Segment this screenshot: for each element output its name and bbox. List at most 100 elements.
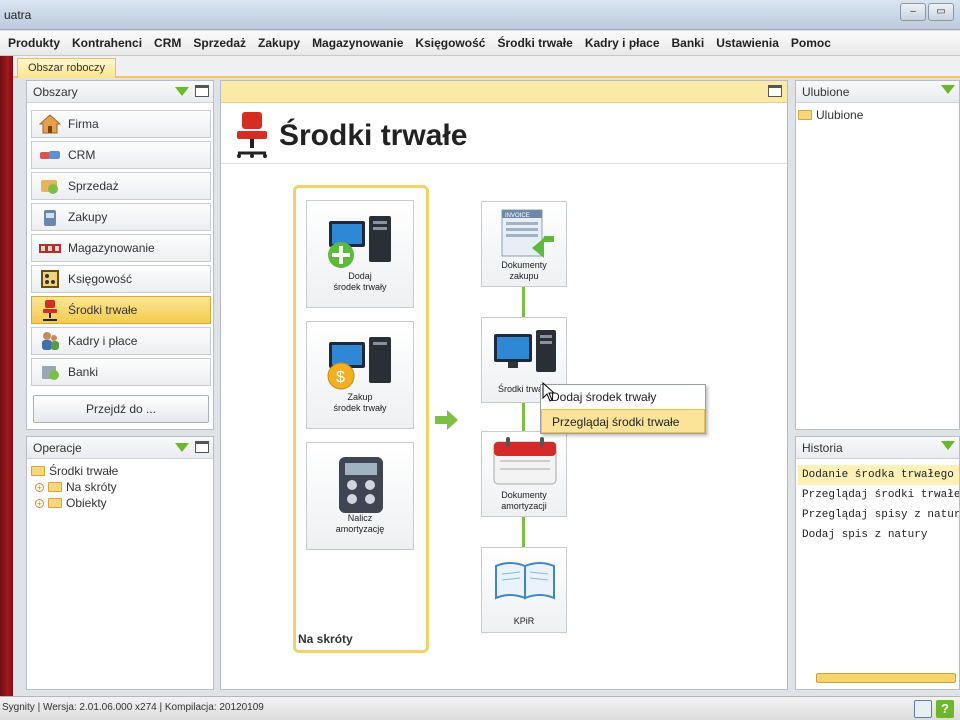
history-item[interactable]: Przeglądaj spisy z natury <box>798 505 959 525</box>
flow-connector <box>522 517 525 547</box>
favorites-panel-header: Ulubione <box>796 81 959 103</box>
main-panel-header <box>221 81 787 103</box>
flow-connector <box>522 287 525 317</box>
context-menu: Dodaj środek trwały Przeglądaj środki tr… <box>540 384 706 434</box>
area-item-label: Banki <box>68 365 99 379</box>
tree-item-srodki-trwale[interactable]: Środki trwałe <box>31 463 118 479</box>
folder-icon <box>31 466 45 476</box>
menu-produkty[interactable]: Produkty <box>2 36 66 50</box>
favorites-tree: Ulubione <box>798 107 863 123</box>
tab-workspace[interactable]: Obszar roboczy <box>17 58 117 78</box>
brand-sidebar-strip <box>0 56 13 696</box>
calculator-icon <box>337 455 385 518</box>
folder-icon <box>48 482 62 492</box>
collapse-icon[interactable] <box>941 85 955 94</box>
handshake-icon <box>38 144 62 166</box>
menu-magazynowanie[interactable]: Magazynowanie <box>306 36 409 50</box>
goto-button[interactable]: Przejdź do ... <box>33 395 209 423</box>
area-item-sprzedaz[interactable]: Sprzedaż <box>31 172 211 200</box>
title-bar: uatra – ▭ <box>0 0 960 30</box>
menu-sprzedaz[interactable]: Sprzedaż <box>187 36 252 50</box>
area-item-firma[interactable]: Firma <box>31 110 211 138</box>
calendar-icon <box>492 436 558 491</box>
operations-panel-header: Operacje <box>27 437 213 459</box>
maximize-panel-icon[interactable] <box>195 85 209 97</box>
areas-panel-header: Obszary <box>27 81 213 103</box>
history-item[interactable]: Dodaj spis z natury <box>798 525 959 545</box>
collapse-icon[interactable] <box>175 442 189 452</box>
history-item[interactable]: Przeglądaj środki trwałe <box>798 485 959 505</box>
tile-label: Dodaj środek trwały <box>333 271 387 292</box>
menu-ustawienia[interactable]: Ustawienia <box>710 36 785 50</box>
mouse-cursor-icon <box>542 381 556 405</box>
area-item-label: Firma <box>68 117 99 131</box>
page-title: Środki trwałe <box>279 119 468 152</box>
tile-purchase-fixed-asset[interactable]: $ Zakup środek trwały <box>306 321 414 429</box>
history-list: Dodanie środka trwałego Przeglądaj środk… <box>798 465 959 545</box>
area-item-zakupy[interactable]: Zakupy <box>31 203 211 231</box>
flow-tile-purchase-documents[interactable]: INVOICE Dokumenty zakupu <box>481 201 567 287</box>
tile-calculate-depreciation[interactable]: Nalicz amortyzację <box>306 442 414 550</box>
window-layout-icon[interactable] <box>914 700 932 718</box>
tree-item-na-skroty[interactable]: + Na skróty <box>31 479 118 495</box>
favorites-panel: Ulubione Ulubione <box>795 80 960 430</box>
house-icon <box>38 113 62 135</box>
menu-ksiegowosc[interactable]: Księgowość <box>409 36 491 50</box>
area-item-label: Sprzedaż <box>68 179 119 193</box>
area-item-label: Środki trwałe <box>68 303 138 317</box>
menu-srodki-trwale[interactable]: Środki trwałe <box>491 36 578 50</box>
svg-text:$: $ <box>336 369 345 386</box>
expand-icon[interactable]: + <box>35 498 44 508</box>
menu-crm[interactable]: CRM <box>148 36 187 50</box>
tile-add-fixed-asset[interactable]: Dodaj środek trwały <box>306 200 414 308</box>
area-item-srodki-trwale[interactable]: Środki trwałe <box>31 296 211 324</box>
menu-pomoc[interactable]: Pomoc <box>785 36 837 50</box>
sale-icon <box>38 175 62 197</box>
tile-label: KPiR <box>513 616 535 626</box>
history-item[interactable]: Dodanie środka trwałego <box>798 465 959 485</box>
area-item-crm[interactable]: CRM <box>31 141 211 169</box>
context-menu-add-fixed-asset[interactable]: Dodaj środek trwały <box>541 385 705 409</box>
maximize-panel-icon[interactable] <box>195 441 209 453</box>
expand-icon[interactable]: + <box>35 482 44 492</box>
warehouse-icon <box>38 237 62 259</box>
help-icon[interactable]: ? <box>936 700 954 718</box>
menu-bar: Produkty Kontrahenci CRM Sprzedaż Zakupy… <box>0 31 960 56</box>
area-item-label: Kadry i płace <box>68 334 138 348</box>
history-panel-header: Historia <box>796 437 959 459</box>
area-item-label: Księgowość <box>68 272 133 286</box>
area-item-kadry-place[interactable]: Kadry i płace <box>31 327 211 355</box>
tile-label: Dokumenty amortyzacji <box>501 490 547 511</box>
invoice-icon: INVOICE <box>500 208 556 263</box>
tree-item-favorites[interactable]: Ulubione <box>798 107 863 123</box>
menu-kadry-place[interactable]: Kadry i płace <box>579 36 666 50</box>
maximize-panel-icon[interactable] <box>768 85 782 97</box>
maximize-button[interactable]: ▭ <box>928 3 954 21</box>
section-icon-office-chair-icon <box>233 111 271 162</box>
tree-item-label: Obiekty <box>66 496 107 510</box>
panel-controls <box>175 441 209 453</box>
area-item-magazynowanie[interactable]: Magazynowanie <box>31 234 211 262</box>
area-item-ksiegowosc[interactable]: Księgowość <box>31 265 211 293</box>
collapse-icon[interactable] <box>941 441 955 450</box>
menu-zakupy[interactable]: Zakupy <box>252 36 306 50</box>
panel-controls <box>941 441 955 450</box>
collapse-icon[interactable] <box>175 86 189 96</box>
computer-icon <box>492 330 558 377</box>
menu-banki[interactable]: Banki <box>666 36 711 50</box>
operations-panel: Operacje Środki trwałe + Na skróty + Obiek… <box>26 436 214 690</box>
tree-item-obiekty[interactable]: + Obiekty <box>31 495 118 511</box>
tile-label: Dokumenty zakupu <box>501 260 547 281</box>
context-menu-browse-fixed-assets[interactable]: Przeglądaj środki trwałe <box>541 409 705 433</box>
area-item-banki[interactable]: Banki <box>31 358 211 386</box>
tile-label: Zakup środek trwały <box>333 392 387 413</box>
computer-add-icon <box>327 215 395 274</box>
minimize-button[interactable]: – <box>900 3 926 21</box>
areas-panel: Obszary Firma CRM Sprzedaż Zakupy Magazy… <box>26 80 214 430</box>
status-bar: Sygnity | Wersja: 2.01.06.000 x274 | Kom… <box>0 696 960 720</box>
horizontal-scrollbar[interactable] <box>816 673 956 683</box>
flow-tile-depreciation-documents[interactable]: Dokumenty amortyzacji <box>481 431 567 517</box>
flow-tile-kpir[interactable]: KPiR <box>481 547 567 633</box>
menu-kontrahenci[interactable]: Kontrahenci <box>66 36 148 50</box>
tab-strip: Obszar roboczy <box>13 56 960 78</box>
